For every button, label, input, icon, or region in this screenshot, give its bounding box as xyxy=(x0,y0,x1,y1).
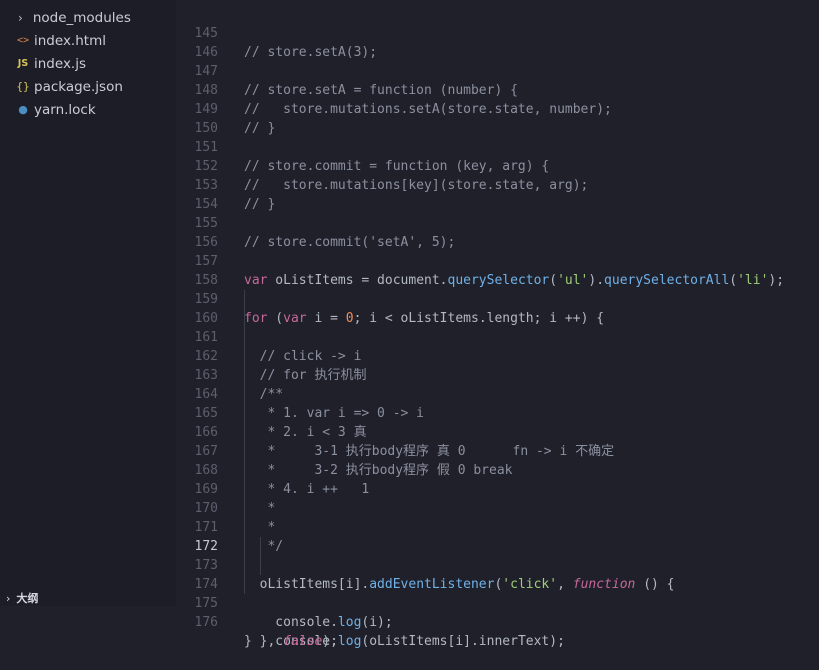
tree-item-node-modules[interactable]: › node_modules xyxy=(0,6,176,29)
tree-item-package-json[interactable]: {} package.json xyxy=(0,75,176,98)
tree-item-index-js[interactable]: JS index.js xyxy=(0,52,176,75)
code-text: } xyxy=(244,634,252,649)
code-line: 176 } xyxy=(176,594,819,649)
code-line: 158 xyxy=(176,252,819,288)
chevron-right-icon: › xyxy=(6,591,11,605)
code-line: 150 xyxy=(176,100,819,136)
code-text: }, false); xyxy=(244,634,338,649)
code-line: 157 var oListItems = document.querySelec… xyxy=(176,233,819,288)
json-file-icon: {} xyxy=(16,80,30,93)
code-line: 156 xyxy=(176,214,819,250)
code-line: 145 // store.setA(3); xyxy=(176,5,819,60)
code-line: 153 // } xyxy=(176,157,819,212)
code-line: 152 // store.mutations[key](store.state,… xyxy=(176,138,819,193)
indent-guide xyxy=(244,575,245,594)
indent-guide xyxy=(244,290,245,309)
code-text: console.log(i); xyxy=(244,615,393,630)
code-line: 175 }, false); xyxy=(176,575,819,649)
code-line: 170 */ xyxy=(176,480,819,554)
code-line: 162 /** xyxy=(176,328,819,402)
code-line: 171 xyxy=(176,499,819,535)
html-file-icon: <> xyxy=(16,35,30,46)
code-line: 146 xyxy=(176,24,819,60)
code-line: 163 * 1. var i => 0 -> i xyxy=(176,347,819,421)
code-line-active: 172 oListItems[i].addEventListener('clic… xyxy=(176,518,819,592)
indent-guide xyxy=(244,366,245,385)
indent-guide xyxy=(244,347,245,366)
code-line: 155 // store.commit('setA', 5); xyxy=(176,195,819,250)
code-line: 164 * 2. i < 3 真 xyxy=(176,366,819,440)
code-line: 154 xyxy=(176,176,819,212)
tree-item-label: index.js xyxy=(34,55,87,72)
indent-guide xyxy=(244,480,245,499)
chevron-right-icon: › xyxy=(18,10,23,25)
indent-guide xyxy=(244,556,245,575)
tree-item-label: package.json xyxy=(34,78,123,95)
indent-guide xyxy=(244,423,245,442)
code-line: 148 // store.mutations.setA(store.state,… xyxy=(176,62,819,117)
tree-item-label: yarn.lock xyxy=(34,101,96,118)
indent-guide xyxy=(244,461,245,480)
tree-item-yarn-lock[interactable]: ● yarn.lock xyxy=(0,98,176,121)
code-line: 174 console.log(oListItems[i].innerText)… xyxy=(176,556,819,649)
code-line: 173 console.log(i); xyxy=(176,537,819,630)
code-line: 159 for (var i = 0; i < oListItems.lengt… xyxy=(176,271,819,326)
indent-guide xyxy=(244,309,245,328)
yarn-file-icon: ● xyxy=(18,103,28,116)
tree-item-label: index.html xyxy=(34,32,106,49)
outline-label: 大纲 xyxy=(16,592,39,605)
indent-guide xyxy=(244,537,245,556)
js-file-icon: JS xyxy=(17,58,29,69)
code-line: 167 * 4. i ++ 1 xyxy=(176,423,819,497)
code-line: 165 * 3-1 执行body程序 真 0 fn -> i 不确定 xyxy=(176,385,819,459)
tree-item-index-html[interactable]: <> index.html xyxy=(0,29,176,52)
file-explorer: › node_modules <> index.html JS index.js… xyxy=(0,0,176,606)
code-line: 169 * xyxy=(176,461,819,535)
indent-guide xyxy=(244,499,245,518)
line-number: 176 xyxy=(194,615,218,630)
code-line: 149 // } xyxy=(176,81,819,136)
indent-guide xyxy=(260,556,261,575)
code-line: 160 // click -> i xyxy=(176,290,819,364)
indent-guide xyxy=(260,537,261,556)
indent-guide xyxy=(244,385,245,404)
code-line: 161 // for 执行机制 xyxy=(176,309,819,383)
indent-guide xyxy=(244,404,245,423)
indent-guide xyxy=(244,518,245,537)
code-line: 168 * xyxy=(176,442,819,516)
code-line: 151 // store.commit = function (key, arg… xyxy=(176,119,819,174)
tree-item-label: node_modules xyxy=(32,9,131,26)
code-line: 147 // store.setA = function (number) { xyxy=(176,43,819,98)
code-line: 166 * 3-2 执行body程序 假 0 break xyxy=(176,404,819,478)
outline-section-header[interactable]: › 大纲 xyxy=(0,590,176,606)
indent-guide xyxy=(244,328,245,347)
indent-guide xyxy=(244,442,245,461)
code-editor[interactable]: 145 // store.setA(3); 146 147 // store.s… xyxy=(176,0,819,649)
